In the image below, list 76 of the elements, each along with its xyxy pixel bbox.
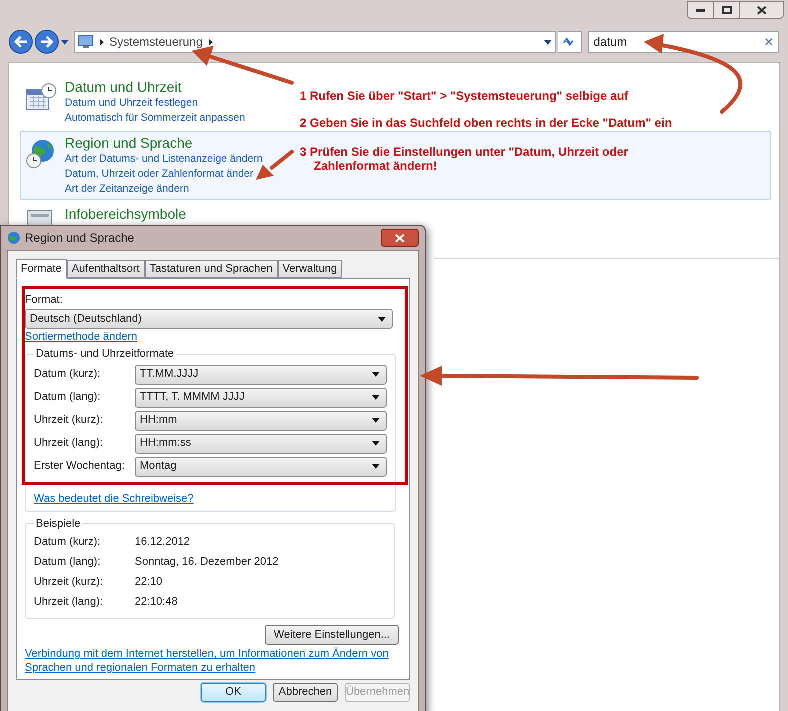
dialog-title: Region und Sprache xyxy=(25,230,134,247)
dropdown[interactable]: HH:mm:ss xyxy=(135,434,387,454)
internet-link[interactable]: Verbindung mit dem Internet herstellen, um Informationen zum Ändern von Sprachen und regionalen Formaten zu erhalten xyxy=(25,647,393,675)
item-link[interactable]: Automatisch für Sommerzeit anpassen xyxy=(65,111,246,126)
close-button[interactable] xyxy=(381,229,419,247)
annotation-text: 2 Geben Sie in das Suchfeld oben rechts in der Ecke "Datum" ein xyxy=(300,116,672,130)
back-arrow-icon xyxy=(14,36,28,48)
more-settings-button[interactable]: Weitere Einstellungen... xyxy=(265,625,399,645)
field-label: Uhrzeit (kurz): xyxy=(34,413,104,428)
example-label: Uhrzeit (lang): xyxy=(34,594,104,610)
dropdown[interactable]: Montag xyxy=(135,456,387,476)
example-value: 22:10 xyxy=(135,574,163,590)
globe-clock-icon xyxy=(25,138,57,170)
address-bar[interactable]: Systemsteuerung xyxy=(74,31,556,53)
control-panel-icon xyxy=(78,35,94,49)
tab[interactable]: Tastaturen und Sprachen xyxy=(144,260,278,278)
field-label: Datum (lang): xyxy=(34,390,102,406)
field-label: Datum (kurz): xyxy=(34,367,102,382)
dropdown-caret-icon xyxy=(372,395,380,400)
dialog-button[interactable]: OK xyxy=(201,683,266,702)
dropdown-caret-icon xyxy=(372,372,380,377)
globe-icon xyxy=(7,231,21,245)
notation-link[interactable]: Was bedeutet die Schreibweise? xyxy=(34,492,194,506)
minimize-button[interactable] xyxy=(687,1,714,19)
sort-link[interactable]: Sortiermethode ändern xyxy=(25,330,138,344)
item-link[interactable]: Art der Zeitanzeige ändern xyxy=(65,182,190,197)
annotation-text: 3 Prüfen Sie die Einstellungen unter "Datum, Uhrzeit oder Zahlenformat ändern! xyxy=(300,145,628,173)
close-button[interactable] xyxy=(740,1,784,19)
dropdown[interactable]: TTTT, T. MMMM JJJJ xyxy=(135,388,387,408)
dropdown-caret-icon xyxy=(372,441,380,446)
maximize-icon xyxy=(722,6,732,14)
item-title[interactable]: Infobereichsymbole xyxy=(65,205,186,223)
dropdown-caret-icon[interactable] xyxy=(544,40,552,44)
item-link[interactable]: Art der Datums- und Listenanzeige ändern xyxy=(65,152,263,167)
dropdown[interactable]: HH:mm xyxy=(135,410,387,430)
item-title[interactable]: Region und Sprache xyxy=(65,134,263,152)
dropdown-caret-icon xyxy=(372,418,380,423)
breadcrumb-arrow-icon xyxy=(100,38,104,46)
breadcrumb[interactable]: Systemsteuerung xyxy=(110,33,203,51)
breadcrumb-arrow-icon xyxy=(208,38,213,46)
example-value: Sonntag, 16. Dezember 2012 xyxy=(135,554,279,570)
example-value: 16.12.2012 xyxy=(135,534,190,550)
annotation-text: 1 Rufen Sie über "Start" > "Systemsteuerung" selbige auf xyxy=(300,89,629,103)
dropdown[interactable]: TT.MM.JJJJ xyxy=(135,364,387,384)
field-label: Uhrzeit (lang): xyxy=(34,436,104,452)
forward-button[interactable] xyxy=(34,30,59,54)
search-field[interactable]: datum xyxy=(588,31,780,53)
control-panel-item[interactable]: Datum und Uhrzeit Datum und Uhrzeit festlegen Automatisch für Sommerzeit anpassen xyxy=(20,75,250,129)
dropdown-caret-icon xyxy=(372,464,380,469)
refresh-button[interactable] xyxy=(558,31,582,53)
format-label: Format: xyxy=(25,293,64,307)
example-label: Uhrzeit (kurz): xyxy=(34,574,104,590)
item-link[interactable]: Datum, Uhrzeit oder Zahlenformat änder xyxy=(65,167,254,182)
clear-icon[interactable] xyxy=(765,38,774,46)
forward-arrow-icon xyxy=(40,36,54,48)
group-title: Beispiele xyxy=(35,516,82,532)
close-icon xyxy=(395,234,405,242)
tab[interactable]: Verwaltung xyxy=(278,260,342,278)
item-title[interactable]: Datum und Uhrzeit xyxy=(65,78,246,96)
tab[interactable]: Aufenthaltsort xyxy=(66,260,145,278)
dropdown-caret-icon xyxy=(378,316,386,322)
example-value: 22:10:48 xyxy=(135,594,178,610)
tab[interactable]: Formate xyxy=(16,259,67,279)
close-icon xyxy=(756,6,766,14)
maximize-button[interactable] xyxy=(714,1,740,19)
field-label: Erster Wochentag: xyxy=(34,459,126,474)
back-button[interactable] xyxy=(9,30,33,54)
refresh-icon xyxy=(562,36,576,48)
example-label: Datum (kurz): xyxy=(34,534,102,550)
dialog-button[interactable]: Abbrechen xyxy=(273,683,338,702)
example-label: Datum (lang): xyxy=(34,554,102,570)
group-title: Datums- und Uhrzeitformate xyxy=(35,347,176,362)
minimize-icon xyxy=(696,8,705,12)
dropdown[interactable]: Deutsch (Deutschland) xyxy=(25,309,393,329)
item-link[interactable]: Datum und Uhrzeit festlegen xyxy=(65,96,198,111)
dropdown-caret-icon[interactable] xyxy=(60,40,69,44)
